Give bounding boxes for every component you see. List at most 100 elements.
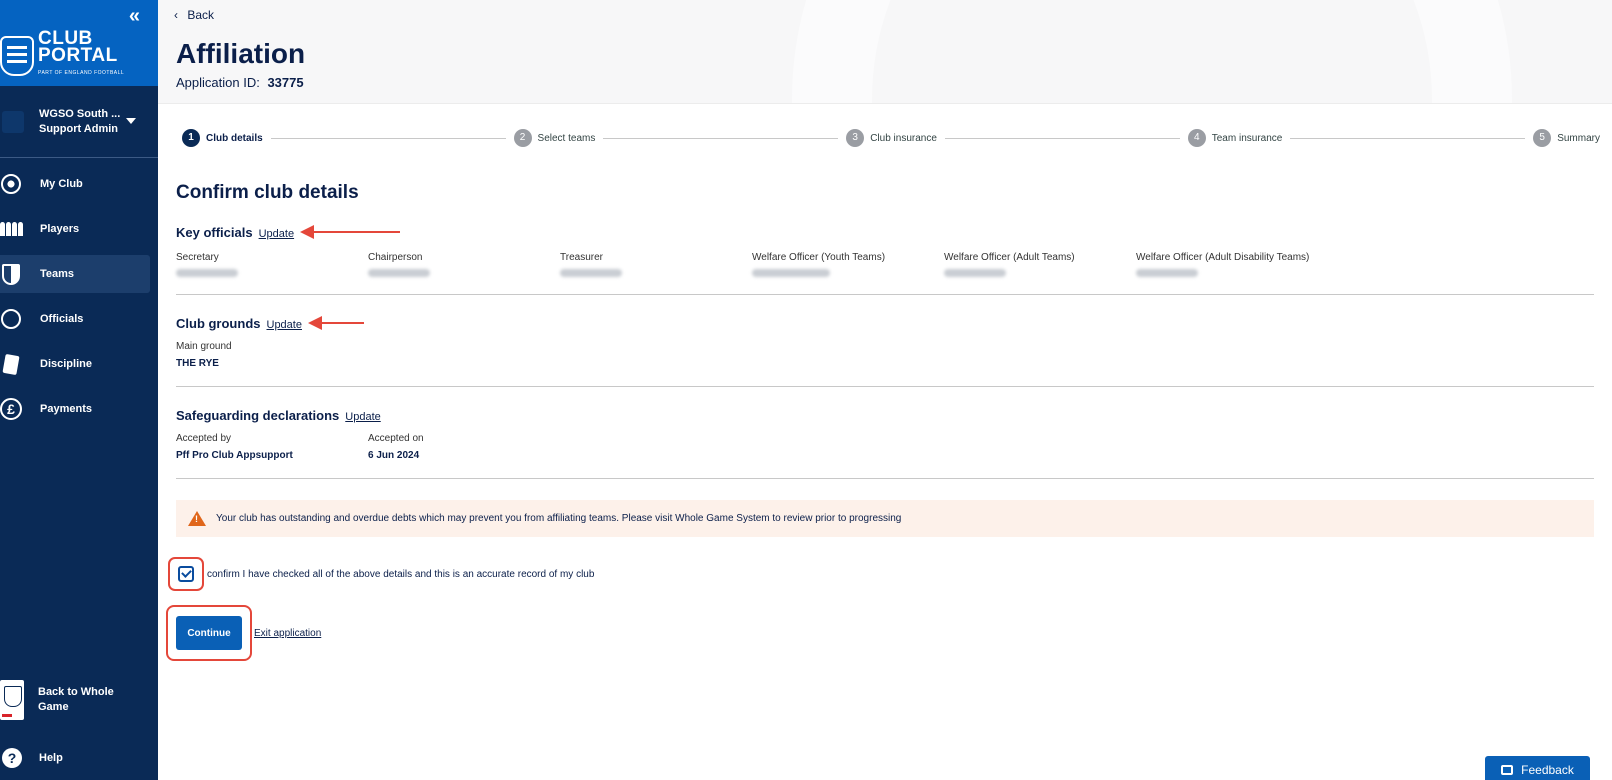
sidebar-item-my-club[interactable]: My Club (0, 165, 150, 203)
redacted-name (944, 269, 1006, 277)
step-number: 3 (846, 129, 865, 147)
official-secretary: Secretary (176, 252, 368, 277)
official-role: Secretary (176, 252, 219, 263)
sidebar-item-discipline[interactable]: Discipline (0, 345, 150, 383)
official-role: Chairperson (368, 252, 423, 263)
england-badge-icon (0, 680, 24, 720)
application-id: Application ID: 33775 (176, 75, 304, 90)
card-icon (2, 353, 20, 375)
step-label: Club insurance (870, 132, 937, 144)
warning-icon: ! (188, 511, 206, 526)
sidebar: « CLUB PORTAL PART OF ENGLAND FOOTBALL W… (0, 0, 158, 780)
feedback-button[interactable]: Feedback (1485, 756, 1590, 780)
continue-button[interactable]: Continue (176, 616, 242, 650)
divider (176, 386, 1594, 387)
step-label: Team insurance (1211, 132, 1283, 144)
sidebar-item-label: Teams (40, 268, 75, 280)
main-content: ‹ Back Affiliation Application ID: 33775… (158, 0, 1612, 780)
confirm-checkbox[interactable] (178, 566, 194, 582)
collapse-sidebar-icon[interactable]: « (129, 5, 140, 28)
redacted-name (1136, 269, 1198, 277)
step-connector (1290, 137, 1526, 139)
redacted-name (368, 269, 430, 277)
step-team-insurance: 4 Team insurance (1187, 129, 1283, 147)
sidebar-item-officials[interactable]: Officials (0, 300, 150, 338)
step-connector (270, 137, 506, 139)
safeguarding-details: Accepted by Pff Pro Club Appsupport Acce… (176, 423, 1594, 461)
sidebar-item-payments[interactable]: £ Payments (0, 390, 150, 428)
club-portal-logo[interactable]: CLUB PORTAL PART OF ENGLAND FOOTBALL (0, 29, 124, 82)
app-id-label: Application ID: (176, 75, 260, 90)
official-role: Welfare Officer (Adult Teams) (944, 252, 1075, 263)
app-id-value: 33775 (267, 75, 304, 90)
back-link[interactable]: ‹ Back (174, 8, 214, 22)
key-officials-header: Key officials Update (176, 225, 1594, 240)
accepted-by-label: Accepted by (176, 433, 232, 444)
officials-grid: Secretary Chairperson Treasurer Welfare … (176, 252, 1594, 277)
accepted-on-label: Accepted on (368, 433, 424, 444)
accepted-on-value: 6 Jun 2024 (368, 450, 420, 461)
step-number: 5 (1533, 129, 1552, 147)
update-club-grounds-link[interactable]: Update (267, 319, 302, 331)
confirm-label: confirm I have checked all of the above … (207, 568, 595, 580)
page-header: ‹ Back Affiliation Application ID: 33775 (158, 0, 1612, 104)
official-role: Welfare Officer (Adult Disability Teams) (1136, 252, 1310, 263)
warning-text: Your club has outstanding and overdue de… (216, 513, 902, 524)
sidebar-item-label: My Club (40, 178, 83, 190)
step-club-details: 1 Club details (182, 129, 263, 147)
outstanding-debts-alert: ! Your club has outstanding and overdue … (176, 500, 1594, 537)
logo-area: « CLUB PORTAL PART OF ENGLAND FOOTBALL (0, 0, 158, 86)
annotation-highlight (168, 557, 204, 591)
update-safeguarding-link[interactable]: Update (345, 411, 380, 423)
sidebar-item-teams[interactable]: Teams (0, 255, 150, 293)
step-number: 4 (1187, 129, 1206, 147)
officials-icon (1, 309, 21, 329)
divider (176, 294, 1594, 295)
official-treasurer: Treasurer (560, 252, 752, 277)
football-icon (1, 174, 21, 194)
official-welfare-youth: Welfare Officer (Youth Teams) (752, 252, 944, 277)
step-label: Club details (206, 132, 263, 144)
official-role: Treasurer (560, 252, 603, 263)
official-chairperson: Chairperson (368, 252, 560, 277)
step-connector (944, 137, 1180, 139)
safeguarding-header: Safeguarding declarations Update (176, 408, 1594, 423)
page-title: Affiliation (176, 38, 306, 69)
sidebar-item-label: Players (40, 223, 80, 235)
official-welfare-adult: Welfare Officer (Adult Teams) (944, 252, 1136, 277)
official-welfare-adult-disability: Welfare Officer (Adult Disability Teams) (1136, 252, 1376, 277)
annotation-highlight: Continue (166, 605, 252, 661)
sidebar-item-label: Officials (40, 313, 84, 325)
back-to-whole-game-link[interactable]: Back to Whole Game (0, 680, 114, 720)
chevron-down-icon (126, 118, 136, 124)
form-actions: Continue Exit application (166, 605, 1594, 661)
help-icon: ? (2, 748, 22, 768)
update-key-officials-link[interactable]: Update (259, 228, 294, 240)
exit-application-link[interactable]: Exit application (254, 628, 321, 639)
players-icon (0, 222, 23, 236)
redacted-name (752, 269, 830, 277)
step-label: Select teams (537, 132, 596, 144)
club-avatar (2, 110, 24, 133)
club-grounds-title: Club grounds (176, 316, 261, 331)
account-switcher[interactable]: WGSO South ... Support Admin (0, 86, 158, 158)
sidebar-item-players[interactable]: Players (0, 210, 150, 248)
feedback-icon (1501, 765, 1514, 775)
shield-icon (2, 263, 20, 285)
crest-icon (0, 36, 34, 76)
redacted-name (176, 269, 238, 277)
help-label: Help (39, 752, 63, 764)
step-label: Summary (1557, 132, 1600, 144)
step-summary: 5 Summary (1533, 129, 1600, 147)
confirm-club-details-form: Confirm club details Key officials Updat… (166, 182, 1594, 661)
step-connector (603, 137, 839, 139)
section-title: Confirm club details (176, 182, 359, 203)
help-link[interactable]: ? Help (2, 748, 63, 768)
safeguarding-title: Safeguarding declarations (176, 408, 340, 423)
key-officials-title: Key officials (176, 225, 253, 240)
progress-stepper: 1 Club details 2 Select teams 3 Club ins… (182, 128, 1600, 148)
club-grounds-header: Club grounds Update (176, 316, 1594, 331)
back-to-whole-game-line1: Back to Whole (38, 686, 114, 698)
account-role: Support Admin (39, 122, 119, 135)
divider (176, 478, 1594, 479)
